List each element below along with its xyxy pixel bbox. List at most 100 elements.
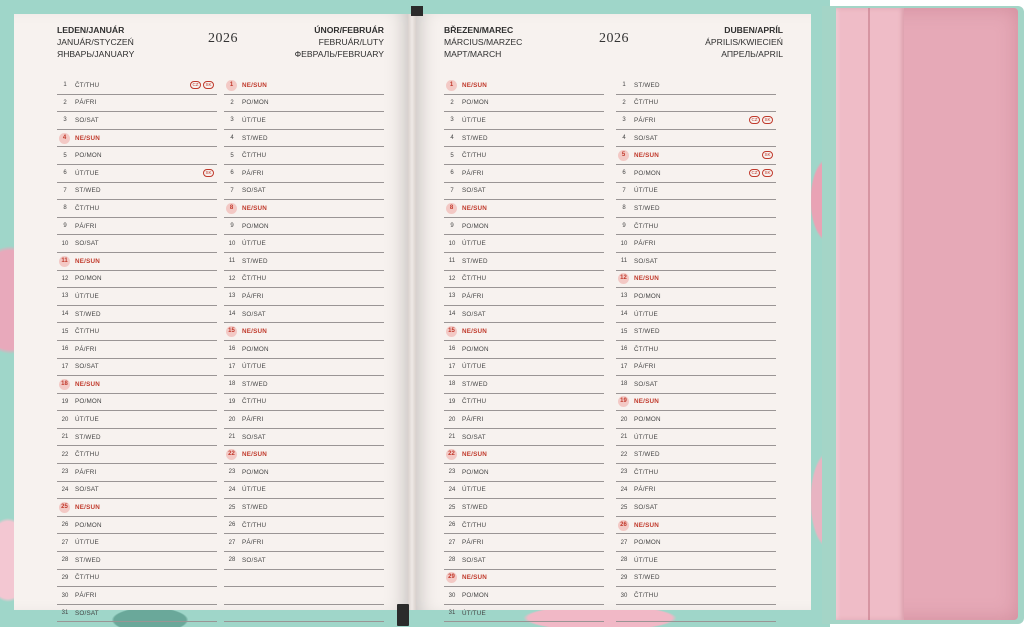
day-row[interactable]: 2 PÁ/FRI (57, 95, 217, 113)
day-row[interactable]: 17 PÁ/FRI (616, 359, 776, 377)
day-row[interactable]: 20 PO/MON (616, 411, 776, 429)
day-row[interactable]: 9 PO/MON (224, 218, 384, 236)
day-row[interactable]: 7 SO/SAT (224, 183, 384, 201)
day-row[interactable]: 30 ČT/THU (616, 587, 776, 605)
day-row[interactable]: 10 ÚT/TUE (224, 235, 384, 253)
day-row[interactable]: 8 ST/WED (616, 200, 776, 218)
day-row[interactable]: 16 PÁ/FRI (57, 341, 217, 359)
day-row[interactable]: 30 PO/MON (444, 587, 604, 605)
day-row[interactable]: 25 ST/WED (224, 499, 384, 517)
day-row[interactable]: 5 ČT/THU (444, 147, 604, 165)
day-row[interactable]: 8 NE/SUN (444, 200, 604, 218)
day-row[interactable]: 10 SO/SAT (57, 235, 217, 253)
day-row[interactable]: 17 ÚT/TUE (444, 359, 604, 377)
day-row[interactable]: 8 ČT/THU (57, 200, 217, 218)
day-row[interactable]: 8 NE/SUN (224, 200, 384, 218)
day-row[interactable]: 12 ČT/THU (224, 271, 384, 289)
day-row[interactable]: 13 PÁ/FRI (224, 288, 384, 306)
day-row[interactable]: 14 SO/SAT (444, 306, 604, 324)
day-row[interactable]: 27 PO/MON (616, 534, 776, 553)
day-row[interactable]: 24 ÚT/TUE (444, 482, 604, 500)
day-row[interactable]: 22 NE/SUN (444, 446, 604, 465)
day-row[interactable]: 11 NE/SUN (57, 253, 217, 271)
day-row[interactable]: 5 NE/SUN SK (616, 147, 776, 165)
day-row[interactable]: 15 ČT/THU (57, 323, 217, 341)
day-row[interactable]: 6 PÁ/FRI (444, 165, 604, 183)
day-row[interactable]: 31 SO/SAT (57, 605, 217, 623)
day-row[interactable]: 26 PO/MON (57, 517, 217, 535)
day-row[interactable]: 11 ST/WED (444, 253, 604, 271)
day-row[interactable]: 20 PÁ/FRI (444, 411, 604, 429)
day-row[interactable]: 9 ČT/THU (616, 218, 776, 236)
day-row[interactable]: 1 ČT/THU CZ SK (57, 77, 217, 95)
day-row[interactable]: 22 NE/SUN (224, 446, 384, 465)
day-row[interactable]: 18 SO/SAT (616, 376, 776, 394)
day-row[interactable]: 14 ÚT/TUE (616, 306, 776, 324)
day-row[interactable]: 11 SO/SAT (616, 253, 776, 271)
day-row[interactable]: 4 ST/WED (224, 130, 384, 148)
day-row[interactable]: 13 ÚT/TUE (57, 288, 217, 306)
day-row[interactable]: 27 PÁ/FRI (444, 534, 604, 553)
day-row[interactable]: 20 PÁ/FRI (224, 411, 384, 429)
day-row[interactable]: 16 PO/MON (444, 341, 604, 359)
day-row[interactable]: 24 PÁ/FRI (616, 482, 776, 500)
day-row[interactable]: 5 ČT/THU (224, 147, 384, 165)
day-row[interactable]: 18 NE/SUN (57, 376, 217, 394)
day-row[interactable]: 5 PO/MON (57, 147, 217, 165)
day-row[interactable]: 28 SO/SAT (444, 552, 604, 570)
day-row[interactable]: 16 ČT/THU (616, 341, 776, 359)
day-row[interactable]: 15 ST/WED (616, 323, 776, 341)
day-row[interactable]: 3 PÁ/FRI CZ SK (616, 112, 776, 130)
day-row[interactable]: 6 ÚT/TUE SK (57, 165, 217, 183)
day-row[interactable] (224, 605, 384, 623)
day-row[interactable]: 16 PO/MON (224, 341, 384, 359)
day-row[interactable]: 7 SO/SAT (444, 183, 604, 201)
day-row[interactable] (616, 605, 776, 623)
day-row[interactable]: 13 PÁ/FRI (444, 288, 604, 306)
day-row[interactable]: 9 PO/MON (444, 218, 604, 236)
day-row[interactable]: 2 PO/MON (224, 95, 384, 113)
day-row[interactable]: 2 ČT/THU (616, 95, 776, 113)
day-row[interactable]: 28 ST/WED (57, 552, 217, 570)
day-row[interactable]: 29 ST/WED (616, 570, 776, 588)
day-row[interactable]: 9 PÁ/FRI (57, 218, 217, 236)
day-row[interactable] (224, 587, 384, 605)
day-row[interactable]: 11 ST/WED (224, 253, 384, 271)
day-row[interactable]: 7 ST/WED (57, 183, 217, 201)
day-row[interactable]: 3 ÚT/TUE (444, 112, 604, 130)
day-row[interactable]: 23 ČT/THU (616, 464, 776, 482)
day-row[interactable]: 15 NE/SUN (444, 323, 604, 341)
day-row[interactable]: 26 ČT/THU (224, 517, 384, 535)
day-row[interactable]: 10 PÁ/FRI (616, 235, 776, 253)
day-row[interactable]: 24 ÚT/TUE (224, 482, 384, 500)
day-row[interactable]: 14 SO/SAT (224, 306, 384, 324)
elastic-band[interactable] (836, 8, 904, 620)
day-row[interactable]: 6 PO/MON CZ SK (616, 165, 776, 183)
day-row[interactable]: 23 PÁ/FRI (57, 464, 217, 482)
day-row[interactable]: 12 PO/MON (57, 271, 217, 289)
day-row[interactable]: 3 ÚT/TUE (224, 112, 384, 130)
day-row[interactable]: 19 ČT/THU (444, 394, 604, 412)
day-row[interactable] (224, 570, 384, 588)
day-row[interactable]: 18 ST/WED (444, 376, 604, 394)
day-row[interactable]: 15 NE/SUN (224, 323, 384, 341)
day-row[interactable]: 19 PO/MON (57, 394, 217, 412)
day-row[interactable]: 22 ČT/THU (57, 446, 217, 465)
day-row[interactable]: 14 ST/WED (57, 306, 217, 324)
day-row[interactable]: 30 PÁ/FRI (57, 587, 217, 605)
day-row[interactable]: 25 SO/SAT (616, 499, 776, 517)
day-row[interactable]: 18 ST/WED (224, 376, 384, 394)
day-row[interactable]: 4 NE/SUN (57, 130, 217, 148)
day-row[interactable]: 26 NE/SUN (616, 517, 776, 535)
day-row[interactable]: 25 NE/SUN (57, 499, 217, 517)
day-row[interactable]: 17 ÚT/TUE (224, 359, 384, 377)
day-row[interactable]: 28 SO/SAT (224, 552, 384, 570)
day-row[interactable]: 23 PO/MON (444, 464, 604, 482)
day-row[interactable]: 21 SO/SAT (444, 429, 604, 447)
day-row[interactable]: 1 ST/WED (616, 77, 776, 95)
day-row[interactable]: 1 NE/SUN (444, 77, 604, 95)
day-row[interactable]: 23 PO/MON (224, 464, 384, 482)
day-row[interactable]: 29 NE/SUN (444, 570, 604, 588)
day-row[interactable]: 6 PÁ/FRI (224, 165, 384, 183)
day-row[interactable]: 31 ÚT/TUE (444, 605, 604, 623)
